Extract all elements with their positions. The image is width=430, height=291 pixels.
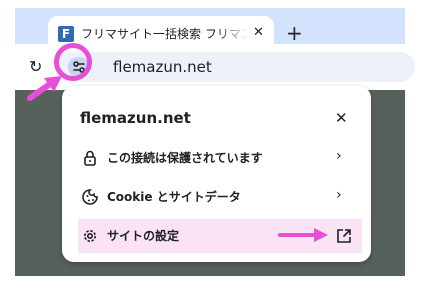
popup-title: flemazun.net <box>80 109 191 127</box>
external-link-icon[interactable] <box>335 227 353 245</box>
tab-strip: F フリマサイト一括検索 フリマズン ✕ + <box>15 8 405 52</box>
site-favicon-icon: F <box>58 26 74 42</box>
pink-arrow-icon <box>27 76 62 101</box>
cookie-icon <box>82 189 98 205</box>
url-text: flemazun.net <box>113 58 212 76</box>
tab-title-fade <box>218 20 248 46</box>
gear-icon <box>84 230 96 242</box>
tab-close-icon[interactable]: ✕ <box>253 24 264 42</box>
menu-item-connection-secure[interactable]: この接続は保護されています › <box>80 145 360 171</box>
chevron-right-icon: › <box>336 148 342 164</box>
popup-close-icon[interactable]: ✕ <box>335 109 348 127</box>
menu-item-label: Cookie とサイトデータ <box>107 190 241 204</box>
new-tab-button[interactable]: + <box>286 21 303 45</box>
lock-icon <box>84 150 96 166</box>
menu-item-label: この接続は保護されています <box>107 151 263 165</box>
address-bar[interactable]: flemazun.net <box>55 52 415 82</box>
menu-item-label: サイトの設定 <box>107 229 180 243</box>
pink-arrow-icon <box>278 228 328 242</box>
chevron-right-icon: › <box>336 187 342 203</box>
menu-item-cookies[interactable]: Cookie とサイトデータ › <box>80 184 360 210</box>
